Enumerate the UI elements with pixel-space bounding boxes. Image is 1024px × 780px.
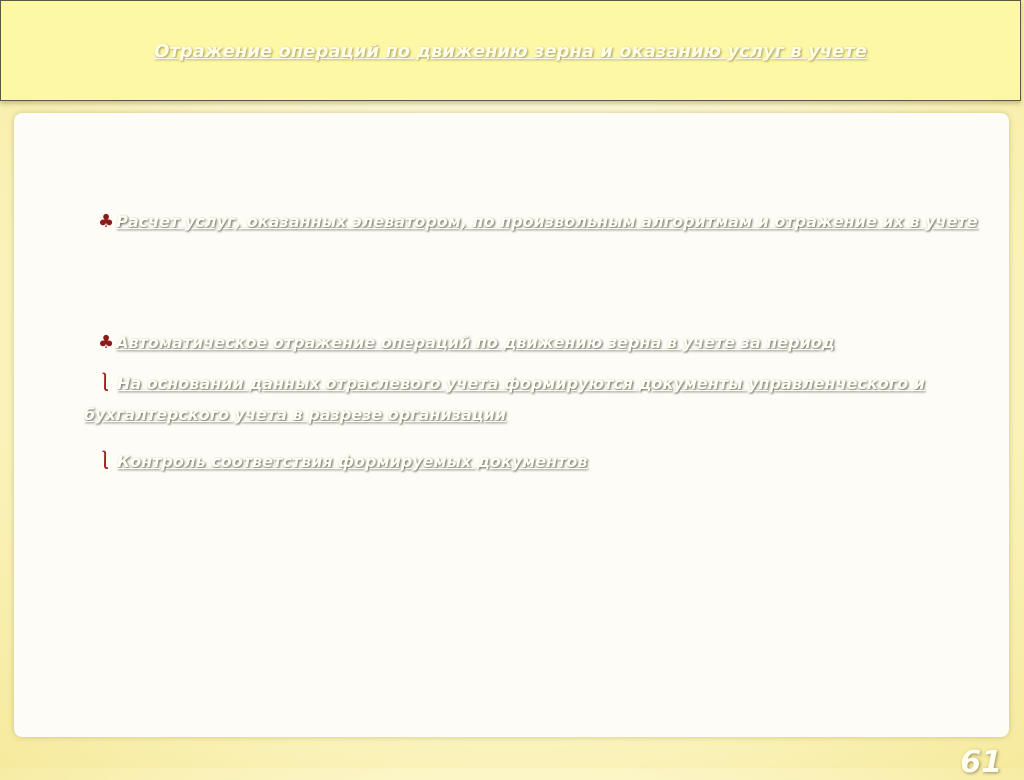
content-panel: ♣ Расчет услуг, оказанных элеватором, по … [14, 113, 1009, 737]
bullet-item-text: Расчет услуг, оказанных элеватором, по п… [116, 212, 978, 231]
sub-item-text: На основании данных отраслевого учета фо… [84, 374, 925, 424]
clubs-bullet-icon: ♣ [98, 211, 115, 232]
sub-item-text: Контроль соответствия формируемых докуме… [117, 452, 588, 471]
bullet-item-text: Автоматическое отражение операций по дви… [116, 333, 835, 352]
clubs-bullet-icon: ♣ [98, 332, 115, 353]
title-banner: Отражение операций по движению зерна и о… [0, 0, 1021, 101]
bracket-bullet-icon: ⎱ [96, 451, 114, 472]
slide-title: Отражение операций по движению зерна и о… [154, 41, 867, 62]
page-number: 61 [960, 745, 1002, 780]
bullet-item-services-calculation: ♣ Расчет услуг, оказанных элеватором, по … [32, 206, 982, 237]
bracket-bullet-icon: ⎱ [96, 373, 114, 394]
sub-item-documents-control: ⎱ Контроль соответствия формируемых докум… [96, 446, 976, 477]
bullet-item-automatic-reflection: ♣ Автоматическое отражение операций по дв… [98, 327, 978, 358]
sub-item-documents-formation: ⎱ На основании данных отраслевого учета ф… [84, 368, 979, 430]
